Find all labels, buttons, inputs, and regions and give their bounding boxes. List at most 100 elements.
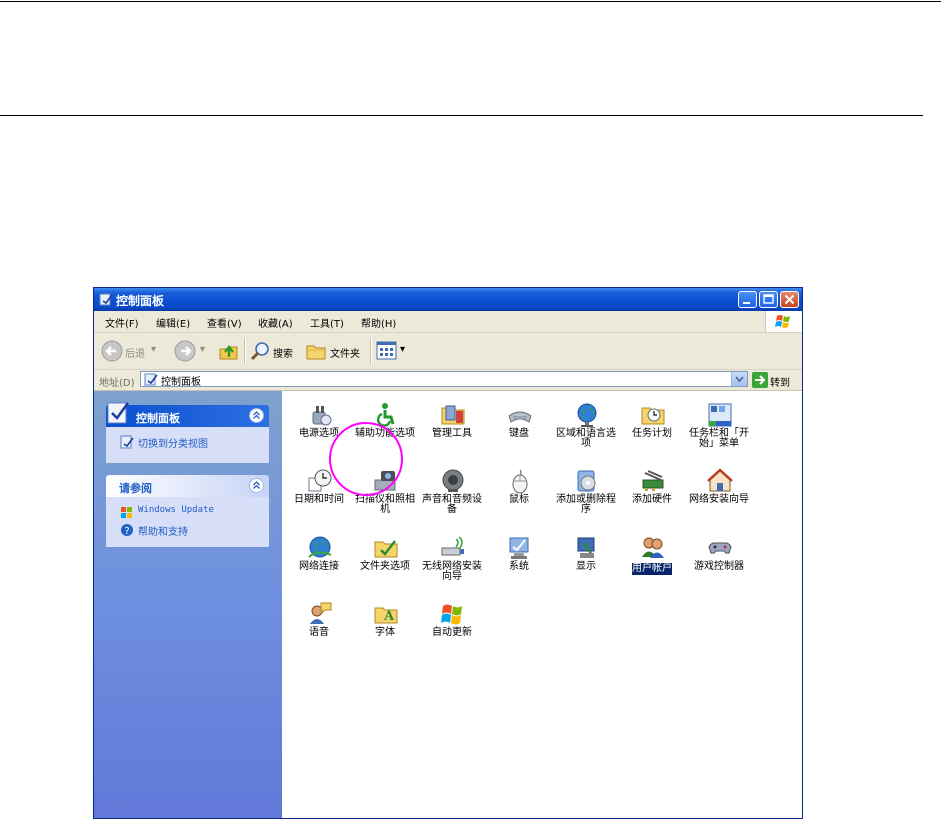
power-options-icon — [312, 406, 332, 426]
back-dropdown-icon[interactable]: ▾ — [151, 344, 156, 355]
item-label: 字体 — [375, 627, 395, 638]
item-label: 系统 — [509, 561, 529, 572]
see-also-title: 请参阅 — [119, 482, 152, 495]
user-accounts-icon — [642, 537, 664, 558]
item-label: 区域和语言选项 — [556, 428, 616, 449]
keyboard-icon — [508, 411, 532, 423]
see-also-section: 请参阅 Windows Update ? 帮助和支持 — [106, 475, 269, 547]
item-label: 日期和时间 — [294, 494, 344, 505]
help-and-support-label: 帮助和支持 — [138, 527, 188, 538]
task-pane: 控制面板 切换到分类视图 请参阅 Windows Update ? 帮助和支持 — [94, 391, 282, 818]
go-label: 转到 — [770, 378, 790, 389]
menu-help[interactable]: 帮助(H) — [361, 315, 396, 330]
window-title: 控制面板 — [116, 294, 165, 308]
add-remove-icon — [577, 470, 596, 492]
switch-view-label: 切换到分类视图 — [138, 439, 208, 450]
up-folder-icon — [219, 345, 238, 360]
item-label: 管理工具 — [432, 428, 472, 439]
taskbar-icon — [708, 403, 732, 427]
item-label: 网络连接 — [299, 561, 339, 572]
toolbar-separator — [244, 338, 246, 364]
clock-icon — [308, 469, 332, 492]
network-wizard-icon — [707, 468, 733, 492]
toolbar: 后退 ▾ ▾ 搜索 文件夹 ▾ — [94, 333, 802, 370]
forward-arrow-icon — [174, 340, 196, 362]
speech-icon — [310, 602, 332, 624]
add-hardware-icon — [642, 470, 664, 491]
address-label: 地址(D) — [99, 378, 135, 389]
highlight-circle — [329, 422, 403, 496]
display-icon — [577, 537, 595, 558]
forward-dropdown-icon[interactable]: ▾ — [200, 344, 205, 355]
windows-update-icon — [441, 604, 462, 625]
item-label: 自动更新 — [432, 627, 472, 638]
address-value: 控制面板 — [161, 377, 201, 388]
item-label: 显示 — [576, 561, 596, 572]
admin-tools-icon — [441, 405, 465, 425]
address-dropdown-button[interactable] — [731, 372, 747, 386]
collapse-chevron-icon[interactable] — [249, 478, 264, 493]
item-label: 用户帐户 — [632, 563, 672, 575]
up-folder-button[interactable] — [218, 333, 242, 369]
toolbar-separator — [370, 338, 372, 364]
views-dropdown-icon[interactable]: ▾ — [400, 344, 405, 355]
views-button[interactable]: ▾ — [376, 333, 408, 369]
item-label: 添加硬件 — [632, 494, 672, 505]
go-button[interactable]: 转到 — [751, 371, 801, 389]
menu-edit[interactable]: 编辑(E) — [156, 315, 190, 330]
minimize-button[interactable] — [738, 291, 757, 308]
windows-update-icon — [121, 507, 132, 518]
network-connections-icon — [308, 536, 332, 558]
fonts-icon: A — [374, 607, 398, 624]
control-panel-icon — [144, 373, 158, 386]
see-also-header[interactable]: 请参阅 — [106, 475, 269, 497]
folders-button[interactable]: 文件夹 — [305, 333, 363, 369]
system-icon — [509, 537, 529, 559]
item-label: 声音和音频设备 — [422, 494, 482, 515]
folders-label: 文件夹 — [330, 349, 360, 360]
item-label: 任务栏和「开始」菜单 — [689, 428, 749, 449]
search-label: 搜索 — [273, 349, 293, 360]
control-panel-icon — [99, 293, 113, 306]
close-button[interactable] — [780, 291, 799, 308]
item-label: 任务计划 — [632, 428, 672, 439]
item-label: 鼠标 — [509, 494, 529, 505]
views-icon — [376, 341, 397, 360]
menu-view[interactable]: 查看(V) — [207, 315, 242, 330]
item-label: 游戏控制器 — [694, 561, 744, 572]
scheduled-tasks-icon — [641, 407, 665, 425]
collapse-chevron-icon[interactable] — [249, 408, 264, 423]
item-label: 扫描仪和照相机 — [355, 494, 415, 515]
folder-options-icon — [374, 540, 398, 558]
maximize-button[interactable] — [759, 291, 778, 308]
item-label: 文件夹选项 — [360, 561, 410, 572]
control-panel-section-title: 控制面板 — [136, 412, 180, 425]
forward-button[interactable]: ▾ — [174, 333, 210, 369]
see-also-body: Windows Update ? 帮助和支持 — [106, 497, 269, 547]
top-rule — [0, 1, 941, 2]
menu-bar: 文件(F) 编辑(E) 查看(V) 收藏(A) 工具(T) 帮助(H) — [94, 311, 802, 333]
back-button[interactable]: 后退 ▾ — [98, 333, 160, 369]
folder-icon — [306, 345, 326, 360]
title-bar[interactable]: 控制面板 — [94, 288, 802, 311]
windows-logo-icon — [765, 311, 802, 332]
speaker-icon — [442, 469, 464, 492]
address-field[interactable]: 控制面板 — [140, 371, 748, 388]
item-label: 网络安装向导 — [689, 494, 749, 505]
menu-favorites[interactable]: 收藏(A) — [258, 315, 293, 330]
control-panel-window: 控制面板 文件(F) 编辑(E) 查看(V) 收藏(A) 工具(T) 帮助(H) — [93, 287, 803, 819]
control-panel-large-icon — [107, 402, 130, 424]
globe-icon — [577, 403, 597, 427]
go-arrow-icon — [752, 372, 768, 388]
back-arrow-icon — [101, 340, 123, 362]
control-panel-section-body: 切换到分类视图 — [106, 427, 269, 463]
help-icon: ? — [121, 524, 133, 537]
control-panel-section: 控制面板 切换到分类视图 — [106, 402, 269, 463]
menu-tools[interactable]: 工具(T) — [310, 315, 344, 330]
search-button[interactable]: 搜索 — [249, 333, 297, 369]
windows-update-label: Windows Update — [138, 505, 214, 515]
menu-file[interactable]: 文件(F) — [105, 315, 139, 330]
item-label: 无线网络安装向导 — [422, 561, 482, 582]
svg-text:A: A — [383, 609, 395, 624]
control-panel-section-header[interactable]: 控制面板 — [106, 402, 269, 427]
